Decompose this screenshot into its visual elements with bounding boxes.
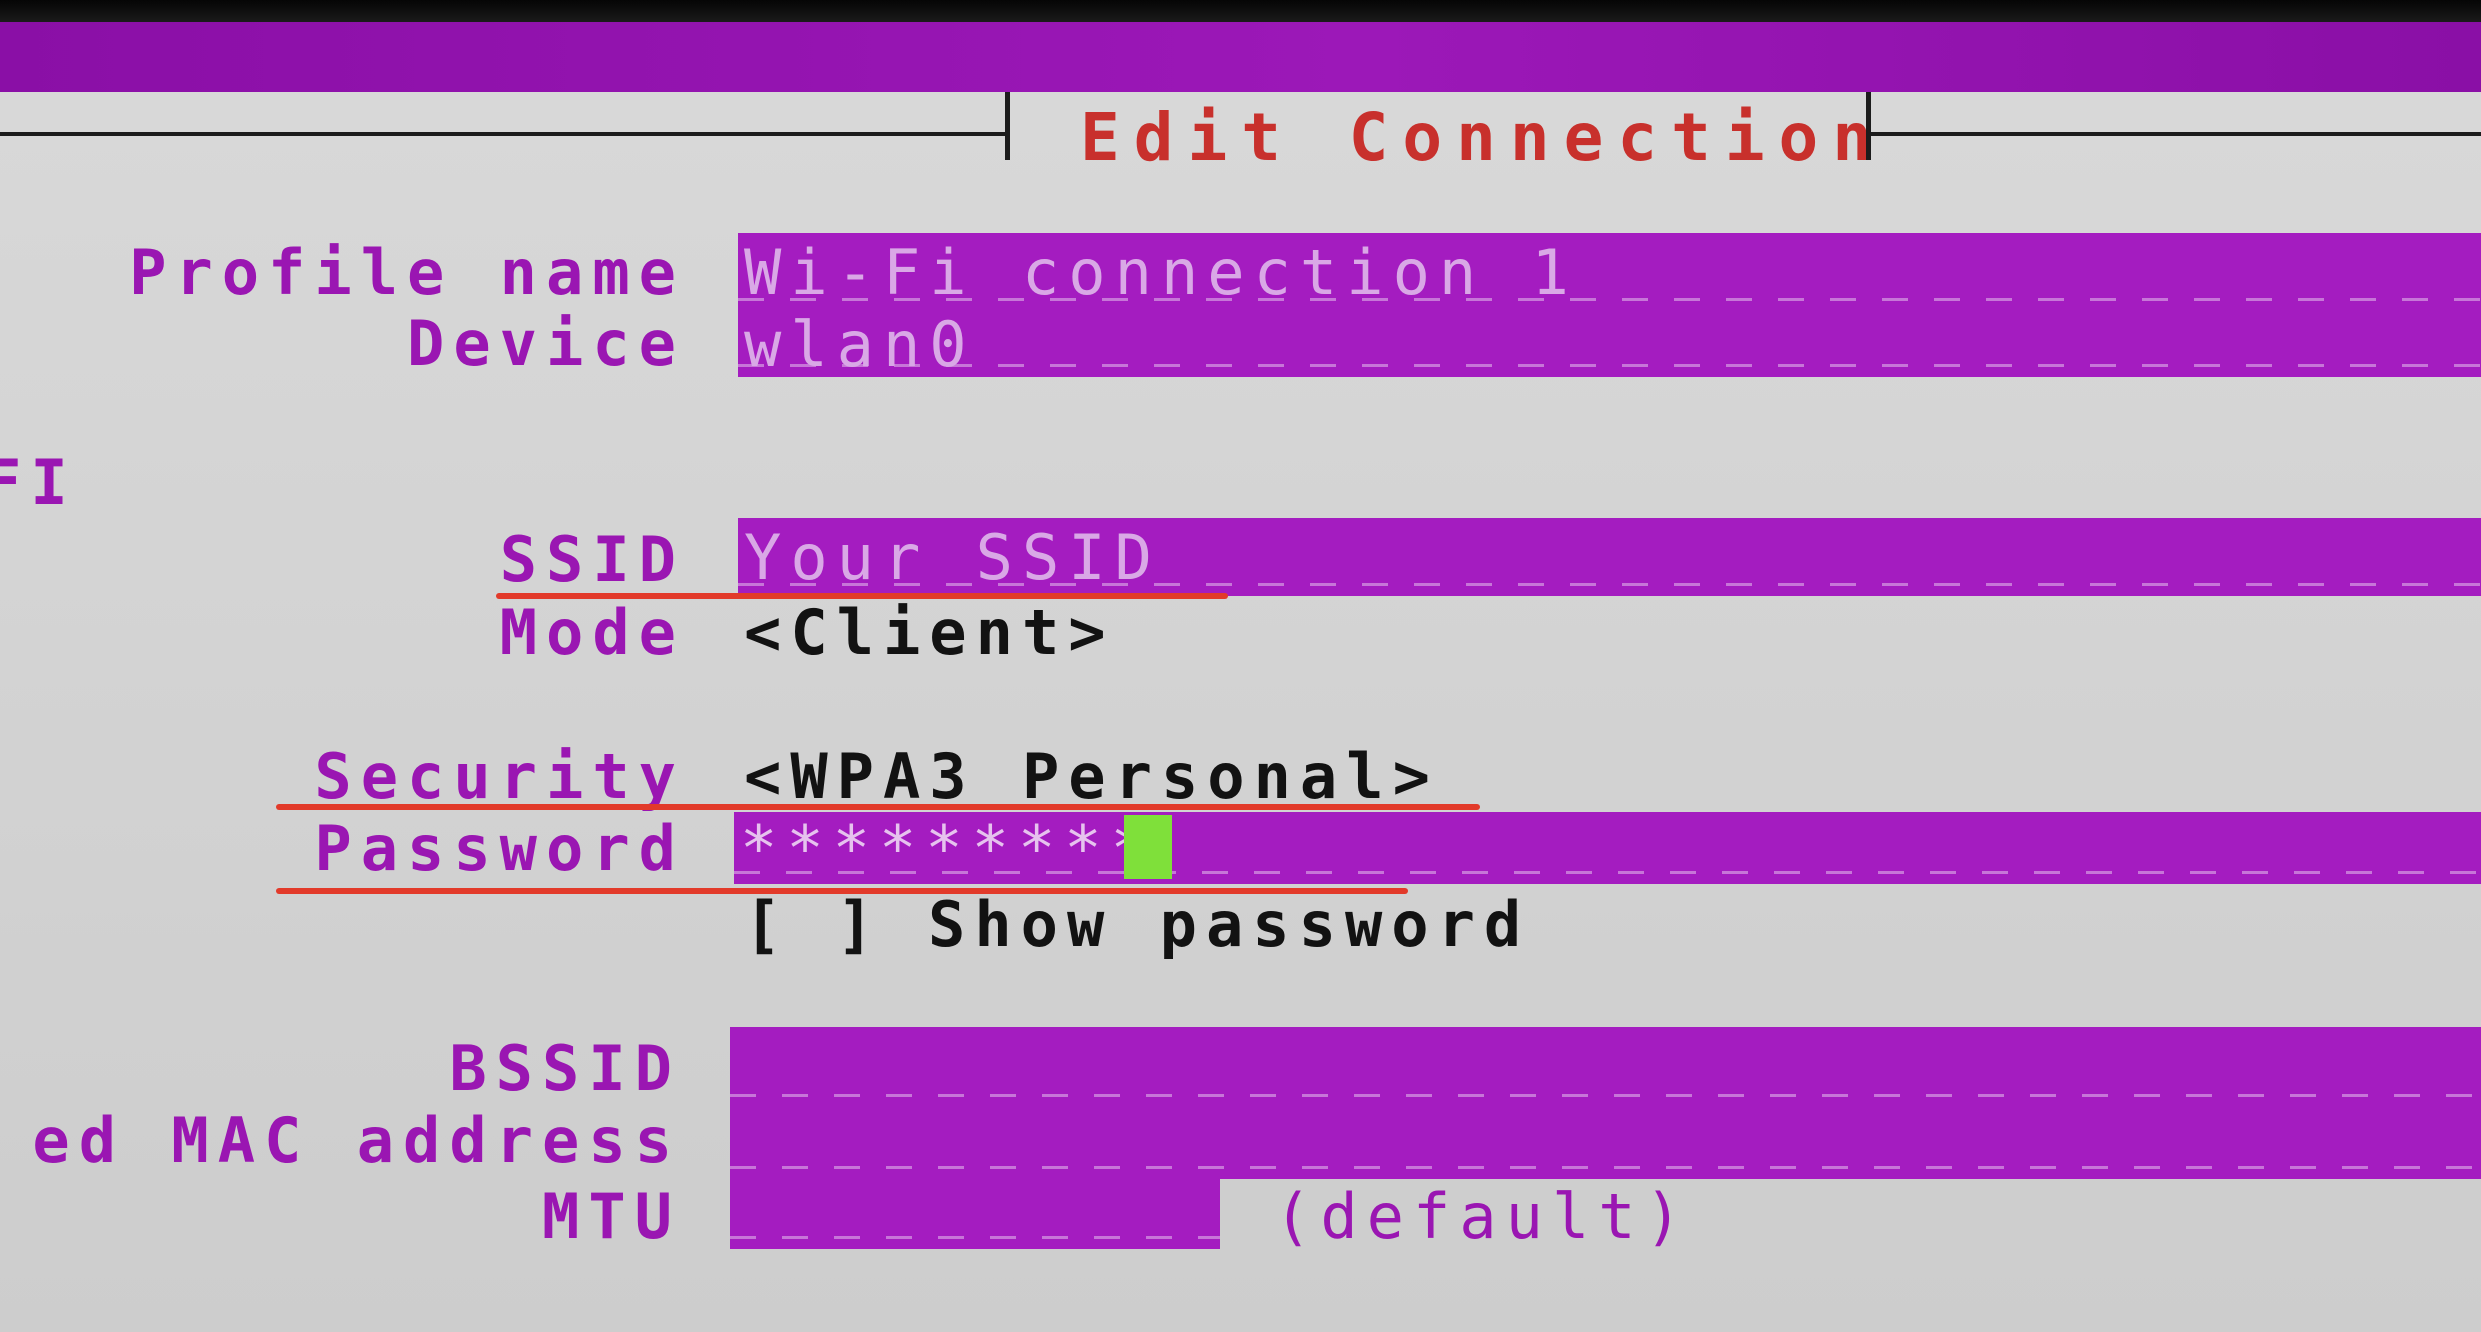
- terminal-screen: Edit Connection Profile name Wi-Fi conne…: [0, 0, 2481, 1332]
- security-label: Security: [314, 739, 685, 813]
- security-annotation-underline: [276, 804, 1480, 810]
- background-band: [0, 22, 2481, 92]
- dialog-border-tick-right: [1866, 92, 1871, 160]
- field-underscores: [738, 364, 2481, 367]
- profile-name-label: Profile name: [129, 235, 685, 309]
- field-underscores: [730, 1094, 2481, 1097]
- ssid-value: Your SSID: [744, 520, 1161, 594]
- bssid-label: BSSID: [449, 1031, 681, 1105]
- bssid-input[interactable]: [730, 1027, 2481, 1107]
- security-select[interactable]: <WPA3 Personal>: [744, 740, 1439, 813]
- profile-name-input[interactable]: Wi-Fi connection 1: [738, 233, 2481, 311]
- mtu-label: MTU: [542, 1179, 681, 1253]
- device-label: Device: [407, 306, 685, 380]
- password-input[interactable]: *********: [734, 812, 2481, 884]
- password-value: *********: [740, 812, 1157, 884]
- screen-bezel: [0, 0, 2481, 22]
- field-underscores: [730, 1166, 2481, 1169]
- mtu-input[interactable]: [730, 1179, 1220, 1249]
- text-cursor: [1124, 815, 1172, 879]
- password-label: Password: [314, 811, 685, 885]
- field-underscores: [730, 1236, 1220, 1239]
- cloned-mac-label: ed MAC address: [32, 1103, 681, 1177]
- show-password-checkbox[interactable]: [ ]: [744, 888, 883, 961]
- dialog-title: Edit Connection: [1080, 98, 1887, 176]
- ssid-label: SSID: [499, 522, 685, 596]
- ssid-input[interactable]: Your SSID: [738, 518, 2481, 596]
- mtu-default-hint: (default): [1274, 1179, 1691, 1253]
- mode-select[interactable]: <Client>: [744, 596, 1115, 669]
- cloned-mac-input[interactable]: [730, 1107, 2481, 1179]
- dialog-border-left: [0, 132, 1010, 136]
- mode-label: Mode: [499, 595, 685, 669]
- device-value: wlan0: [744, 311, 976, 377]
- dialog-border-right: [1866, 132, 2481, 136]
- wifi-section-label: FI: [0, 445, 77, 519]
- device-input[interactable]: wlan0: [738, 311, 2481, 377]
- show-password-label[interactable]: Show password: [928, 888, 1530, 961]
- profile-name-value: Wi-Fi connection 1: [744, 235, 1578, 309]
- dialog-border-tick-left: [1005, 92, 1010, 160]
